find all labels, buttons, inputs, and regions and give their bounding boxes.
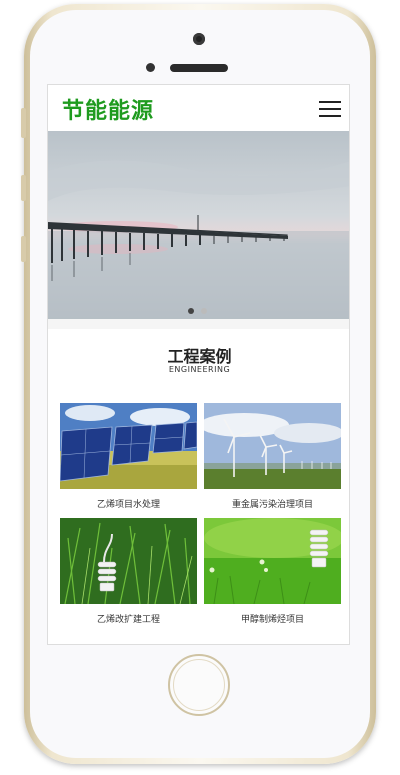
case-card-3[interactable]: 乙烯改扩建工程 — [60, 518, 197, 628]
proximity-sensor — [146, 63, 155, 72]
hero-banner[interactable] — [48, 131, 349, 319]
slider-dots — [188, 299, 214, 318]
phone-screen: 节能能源 工程案例 ENGINEERING 乙烯项目水处理 重金属污染治理项目 … — [47, 84, 350, 645]
wind-turbines-image — [204, 403, 341, 489]
pier-photo — [48, 131, 349, 319]
section-subtitle: ENGINEERING — [168, 365, 231, 374]
slider-dot-2[interactable] — [201, 308, 207, 314]
section-divider — [48, 319, 349, 329]
case-card-4[interactable]: 甲醇制烯烃项目 — [204, 518, 341, 628]
volume-up-button — [21, 175, 26, 201]
case-card-2[interactable]: 重金属污染治理项目 — [204, 403, 341, 513]
case-caption-4: 甲醇制烯烃项目 — [240, 615, 304, 625]
case-caption-2: 重金属污染治理项目 — [231, 500, 313, 510]
front-camera — [193, 33, 205, 45]
site-header: 节能能源 — [48, 85, 349, 131]
mute-switch — [21, 108, 26, 138]
slider-dot-1[interactable] — [188, 308, 194, 314]
case-caption-1: 乙烯项目水处理 — [96, 500, 160, 510]
solar-panels-image — [60, 403, 197, 489]
case-caption-3: 乙烯改扩建工程 — [96, 615, 160, 625]
volume-down-button — [21, 236, 26, 262]
site-logo[interactable]: 节能能源 — [62, 93, 154, 125]
earpiece-speaker — [170, 64, 228, 72]
hamburger-menu-icon[interactable] — [319, 101, 341, 118]
case-card-1[interactable]: 乙烯项目水处理 — [60, 403, 197, 513]
home-button[interactable] — [168, 654, 230, 716]
section-title: 工程案例 — [167, 347, 232, 366]
bulb-lawn-image — [204, 518, 341, 604]
bulb-grass-image — [60, 518, 197, 604]
